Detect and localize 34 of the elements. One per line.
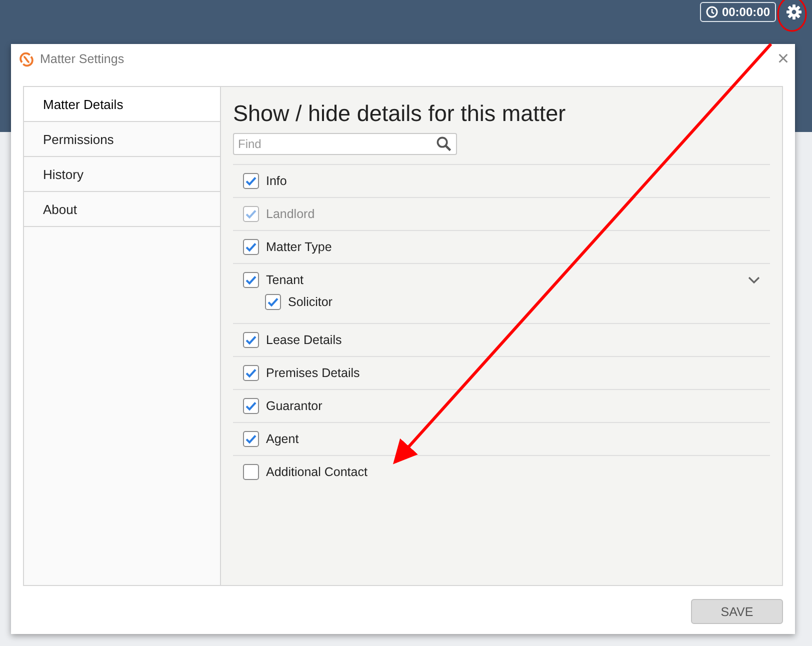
save-button[interactable]: SAVE	[691, 599, 783, 624]
option-label: Tenant	[266, 273, 305, 287]
sidebar-tab[interactable]: About	[24, 192, 220, 227]
settings-icon[interactable]	[786, 4, 802, 20]
chevron-icon[interactable]	[748, 276, 760, 284]
checkbox[interactable]	[243, 239, 259, 255]
close-button[interactable]: ×	[777, 49, 789, 69]
option-label: Lease Details	[266, 333, 343, 347]
checkbox[interactable]	[243, 272, 259, 288]
option-label: Premises Details	[266, 366, 361, 380]
checkbox[interactable]	[243, 464, 259, 480]
dialog-title: Matter Settings	[40, 52, 126, 66]
checkbox[interactable]	[243, 332, 259, 348]
option-label: Info	[266, 174, 288, 188]
checkbox[interactable]	[243, 398, 259, 414]
option-label: Agent	[266, 432, 300, 446]
search-icon	[436, 136, 452, 152]
sidebar-tab[interactable]: Permissions	[24, 122, 220, 157]
checkbox[interactable]	[243, 365, 259, 381]
sidebar-tab[interactable]: Matter Details	[24, 87, 220, 122]
checkbox[interactable]	[243, 431, 259, 447]
option-label: Guarantor	[266, 399, 324, 413]
checkbox[interactable]	[265, 294, 281, 310]
option-label: Solicitor	[288, 295, 334, 309]
sidebar-tab[interactable]: History	[24, 157, 220, 192]
search-field[interactable]: Find	[233, 133, 457, 155]
section-heading: Show / hide details for this matter	[233, 101, 567, 127]
option-label: Landlord	[266, 207, 316, 221]
logo-icon	[19, 52, 34, 66]
timer-display[interactable]: 00:00:00	[700, 2, 776, 22]
checkbox[interactable]	[243, 173, 259, 189]
option-label: Matter Type	[266, 240, 333, 254]
option-label: Additional Contact	[266, 465, 368, 479]
clock-icon	[706, 6, 718, 18]
